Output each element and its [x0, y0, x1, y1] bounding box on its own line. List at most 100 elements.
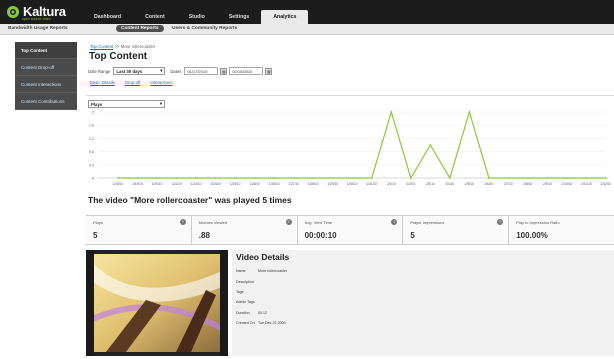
x-tick-label: 1/26/10: [269, 182, 280, 186]
date-from-input[interactable]: 01/17/2010: [184, 67, 219, 75]
metric-value: 00:00:10: [304, 231, 337, 240]
x-tick-label: 2/10/10: [562, 182, 573, 186]
basic-details-link[interactable]: Basic Details: [90, 80, 115, 85]
metric-player-impressions: Player Impressions ? 5: [403, 216, 510, 244]
x-tick-label: 2/4/10: [445, 182, 454, 186]
sidebar-item-content-interactions[interactable]: Content Interactions: [15, 76, 77, 93]
detail-row-duration: Duration 00:12: [236, 311, 267, 315]
detail-row-tags: Tags: [236, 290, 244, 294]
data-point[interactable]: [448, 177, 451, 179]
tab-bandwidth-usage-reports[interactable]: Bandwidth Usage Reports: [8, 26, 68, 31]
x-tick-label: 2/8/10: [523, 182, 532, 186]
data-point[interactable]: [566, 177, 568, 179]
date-range-label: Date Range: [88, 68, 111, 74]
breadcrumb-current: More rollercoaster: [120, 44, 156, 49]
calendar-icon[interactable]: ▦: [265, 67, 273, 75]
data-point[interactable]: [351, 177, 354, 179]
nav-analytics[interactable]: Analytics: [261, 10, 309, 24]
breadcrumb-separator: >>: [114, 44, 120, 49]
sidebar-item-content-contributions[interactable]: Content Contributions: [15, 93, 77, 110]
detail-key: Created On: [236, 321, 255, 325]
detail-key: Admin Tags: [236, 300, 255, 304]
data-point[interactable]: [312, 177, 315, 179]
x-tick-label: 1/30/10: [347, 182, 358, 186]
calendar-icon[interactable]: ▦: [220, 67, 228, 75]
video-details-title: Video Details: [236, 252, 290, 262]
metric-select[interactable]: Plays ▾: [88, 100, 165, 108]
sidebar-item-top-content[interactable]: Top Content: [15, 42, 77, 59]
data-point[interactable]: [507, 177, 510, 179]
breadcrumb-link-top-content[interactable]: Top Content: [90, 44, 113, 49]
date-to-input[interactable]: 02/15/2010: [229, 67, 264, 75]
tab-content-reports[interactable]: Content Reports: [116, 25, 164, 32]
data-point[interactable]: [468, 111, 471, 113]
nav-studio[interactable]: Studio: [177, 10, 217, 24]
tab-users-community-reports[interactable]: Users & Community Reports: [172, 26, 237, 31]
top-bar: Kaltura open source video Dashboard Cont…: [0, 0, 614, 24]
detail-value: 00:12: [258, 311, 267, 315]
y-tick-label: 0: [92, 177, 94, 181]
detail-row-description: Description: [236, 280, 254, 284]
data-point[interactable]: [527, 177, 529, 179]
video-thumbnail[interactable]: [86, 250, 228, 356]
data-point[interactable]: [546, 177, 549, 179]
x-tick-label: 1/27/10: [288, 182, 299, 186]
data-point[interactable]: [429, 144, 432, 146]
interactions-link[interactable]: Interactions: [150, 80, 172, 85]
data-point[interactable]: [136, 177, 139, 179]
data-point[interactable]: [487, 177, 490, 179]
nav-content[interactable]: Content: [133, 10, 177, 24]
data-point[interactable]: [175, 177, 178, 179]
data-point[interactable]: [390, 111, 393, 113]
detail-row-name: Name More rollercoaster: [236, 269, 287, 273]
y-tick-label: 0.4: [89, 163, 94, 167]
dates-label: Dates: [170, 68, 182, 74]
chevron-down-icon: ▾: [160, 68, 163, 73]
series-line: [118, 109, 606, 180]
x-tick-label: 1/28/10: [308, 182, 319, 186]
plays-summary: The video "More rollercoaster" was playe…: [88, 195, 292, 205]
detail-value: Tue Dec 22 2009: [258, 321, 286, 325]
y-tick-label: 1.6: [89, 124, 94, 128]
data-point[interactable]: [370, 177, 373, 179]
nav-dashboard[interactable]: Dashboard: [82, 10, 133, 24]
data-point[interactable]: [117, 177, 119, 179]
help-icon[interactable]: ?: [497, 219, 504, 225]
data-point[interactable]: [234, 177, 237, 179]
x-tick-label: 1/22/10: [191, 182, 202, 186]
drop-off-link[interactable]: Drop-off: [125, 80, 140, 85]
detail-row-created-on: Created On Tue Dec 22 2009: [236, 321, 285, 325]
data-point[interactable]: [409, 177, 412, 179]
help-icon[interactable]: ?: [391, 219, 398, 225]
help-icon[interactable]: ?: [179, 219, 186, 225]
rollercoaster-thumbnail-image: [86, 250, 228, 356]
breadcrumb: Top Content >> More rollercoaster: [90, 44, 155, 49]
help-icon[interactable]: ?: [285, 219, 292, 225]
data-point[interactable]: [273, 177, 276, 179]
date-range-select[interactable]: Last 30 days ▾: [113, 67, 166, 75]
metric-plays: Plays ? 5: [86, 216, 192, 244]
nav-settings[interactable]: Settings: [217, 10, 261, 24]
plays-line-chart: 2 1.6 1.2 0.8 0.4 0 1/18/10 1/19/10 1/20/10 1/21/…: [89, 109, 612, 186]
x-tick-label: 1/19/10: [132, 182, 143, 186]
data-point[interactable]: [585, 177, 588, 179]
y-tick-label: 0.8: [89, 150, 94, 154]
x-tick-label: 2/3/10: [426, 182, 435, 186]
data-point[interactable]: [156, 177, 158, 179]
x-tick-label: 1/24/10: [230, 182, 241, 186]
chevron-down-icon: ▾: [159, 101, 162, 106]
x-tick-label: 1/23/10: [210, 182, 221, 186]
x-tick-label: 2/12/10: [601, 182, 612, 186]
metric-value: .88: [198, 231, 210, 240]
sidebar-item-content-drop-off[interactable]: Content Drop-off: [15, 59, 77, 76]
data-point[interactable]: [195, 177, 197, 179]
data-point[interactable]: [253, 177, 256, 179]
detail-key: Tags: [236, 290, 244, 294]
x-tick-label: 2/2/10: [406, 182, 415, 186]
detail-row-admin-tags: Admin Tags: [236, 300, 255, 304]
data-point[interactable]: [331, 177, 334, 179]
data-point[interactable]: [605, 177, 607, 179]
data-point[interactable]: [292, 177, 295, 179]
x-tick-label: 1/21/10: [171, 182, 182, 186]
data-point[interactable]: [214, 177, 217, 179]
